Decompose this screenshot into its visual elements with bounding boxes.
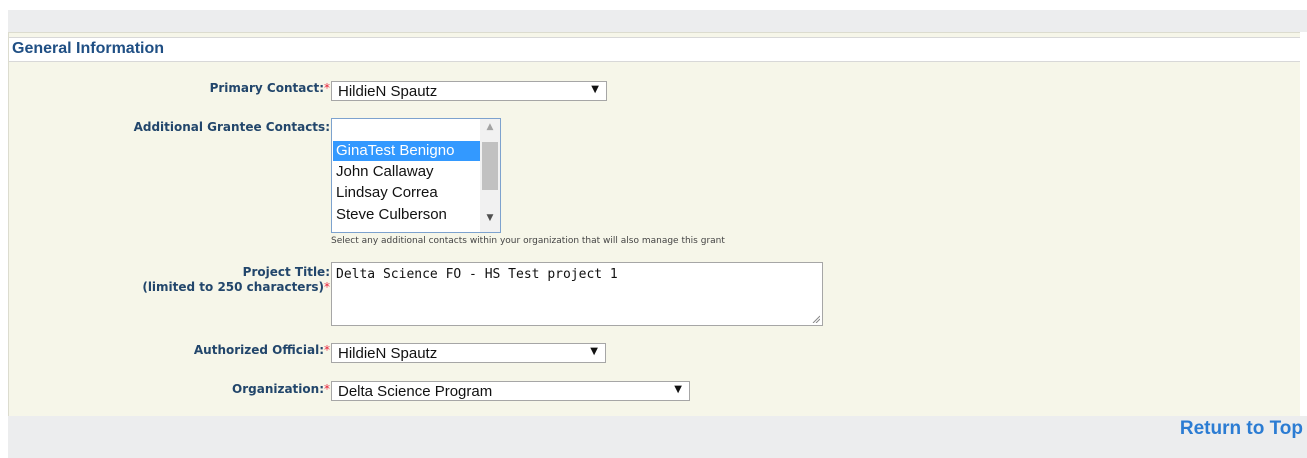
project-title-textarea[interactable]: Delta Science FO - HS Test project 1 xyxy=(331,262,823,326)
section-title: General Information xyxy=(12,40,165,57)
primary-contact-select[interactable]: HildieN Spautz ▼ xyxy=(331,81,607,101)
footer-band xyxy=(8,416,1307,458)
chevron-down-icon: ▼ xyxy=(674,384,682,395)
general-information-panel: General Information xyxy=(8,32,1300,417)
primary-contact-value: HildieN Spautz xyxy=(338,83,438,100)
authorized-official-select[interactable]: HildieN Spautz ▼ xyxy=(331,343,606,363)
required-marker: * xyxy=(324,343,330,357)
required-marker: * xyxy=(324,280,330,294)
scroll-down-icon[interactable]: ▼ xyxy=(482,213,498,223)
scroll-up-icon[interactable]: ▲ xyxy=(482,122,498,132)
chevron-down-icon: ▼ xyxy=(591,84,599,95)
organization-value: Delta Science Program xyxy=(338,383,493,400)
required-marker: * xyxy=(324,382,330,396)
list-option[interactable]: Steve Culberson xyxy=(333,205,480,225)
required-marker: * xyxy=(324,81,330,95)
project-title-label: Project Title: (limited to 250 character… xyxy=(142,265,330,294)
top-spacer xyxy=(0,0,1307,10)
return-to-top-link[interactable]: Return to Top xyxy=(1180,418,1303,440)
list-option[interactable]: Lindsay Correa xyxy=(333,183,480,203)
authorized-official-value: HildieN Spautz xyxy=(338,345,438,362)
project-title-value: Delta Science FO - HS Test project 1 xyxy=(336,267,618,282)
primary-contact-label: Primary Contact:* xyxy=(209,81,330,95)
scrollbar-thumb[interactable] xyxy=(482,142,498,190)
list-option[interactable] xyxy=(333,120,480,140)
additional-contacts-listbox[interactable]: GinaTest Benigno John Callaway Lindsay C… xyxy=(331,118,501,233)
organization-select[interactable]: Delta Science Program ▼ xyxy=(331,381,690,401)
section-header: General Information xyxy=(9,37,1300,62)
top-band xyxy=(8,10,1307,32)
list-option-selected[interactable]: GinaTest Benigno xyxy=(333,141,480,161)
authorized-official-label: Authorized Official:* xyxy=(193,343,330,357)
resize-grip-icon[interactable] xyxy=(812,315,820,323)
chevron-down-icon: ▼ xyxy=(590,346,598,357)
list-option[interactable]: John Callaway xyxy=(333,162,480,182)
additional-contacts-hint: Select any additional contacts within yo… xyxy=(331,236,725,246)
organization-label: Organization:* xyxy=(232,382,330,396)
additional-contacts-label: Additional Grantee Contacts: xyxy=(133,120,330,134)
